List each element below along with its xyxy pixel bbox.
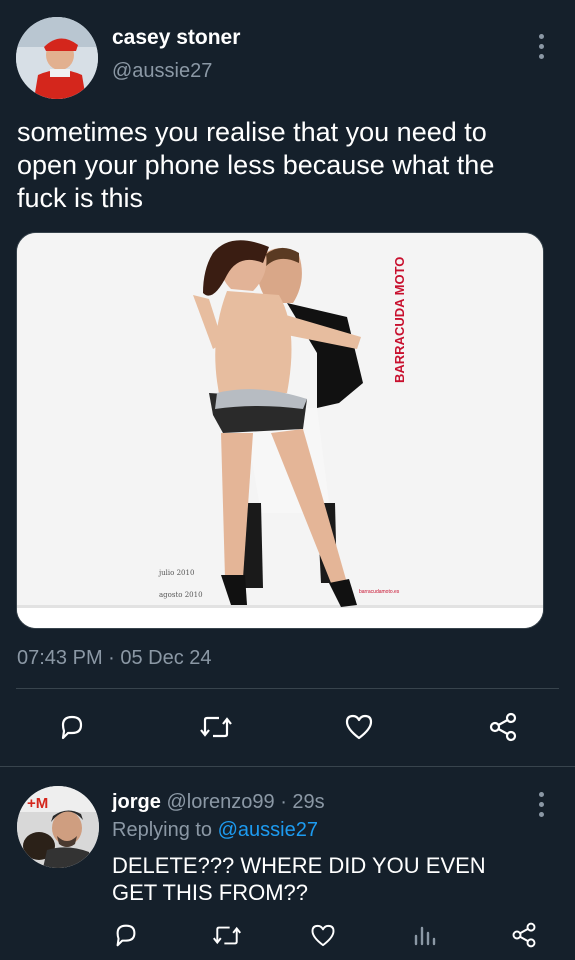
divider <box>0 766 575 767</box>
tweet-media[interactable]: BARRACUDA MOTO julio 2010 agosto 2010 ba… <box>16 232 544 629</box>
tweet-timestamp[interactable]: 07:43 PM · 05 Dec 24 <box>17 647 212 670</box>
media-watermark: motogp.com <box>471 612 537 624</box>
reply-share-button[interactable] <box>510 921 538 949</box>
author-avatar[interactable] <box>16 17 98 99</box>
share-icon <box>489 712 517 742</box>
reply-text: DELETE??? WHERE DID YOU EVEN GET THIS FR… <box>112 853 486 905</box>
author-name[interactable]: casey stoner <box>112 26 240 50</box>
retweet-icon <box>200 716 232 738</box>
like-button[interactable] <box>343 712 375 742</box>
media-image: BARRACUDA MOTO julio 2010 agosto 2010 ba… <box>17 233 543 628</box>
reply-author-handle[interactable]: @lorenzo99 <box>166 791 274 813</box>
more-options-icon[interactable] <box>537 34 545 59</box>
reply-more-options-icon[interactable] <box>537 792 545 817</box>
reply-avatar-image: +M <box>17 786 99 868</box>
reply-author-name[interactable]: jorge <box>112 791 161 813</box>
reply-button[interactable] <box>57 712 87 742</box>
reply-icon <box>61 715 83 740</box>
reply-like-button[interactable] <box>309 922 337 949</box>
reply-author-avatar[interactable]: +M <box>17 786 99 868</box>
tweet-text: sometimes you realise that you need to o… <box>17 117 495 213</box>
media-calendar-month-1: julio 2010 <box>158 569 194 577</box>
share-icon <box>512 922 536 948</box>
media-brand-text: BARRACUDA MOTO <box>392 257 407 383</box>
reply-header: jorge @lorenzo99 · 29s <box>112 791 325 814</box>
like-icon <box>311 924 335 947</box>
author-handle[interactable]: @aussie27 <box>112 60 212 83</box>
reply-time[interactable]: · 29s <box>280 791 324 813</box>
analytics-icon <box>414 926 436 946</box>
divider <box>16 688 559 689</box>
reply-retweet-button[interactable] <box>212 922 242 949</box>
share-button[interactable] <box>487 711 519 743</box>
reply-avatar-badge: +M <box>27 795 48 812</box>
replying-to: Replying to @aussie27 <box>112 819 318 842</box>
avatar-image <box>16 17 98 99</box>
like-icon <box>345 714 373 740</box>
media-calendar-site: barracudamoto.es <box>359 589 400 595</box>
replying-label: Replying to <box>112 819 213 841</box>
retweet-button[interactable] <box>199 712 233 742</box>
reply-icon <box>116 924 136 947</box>
replying-to-handle[interactable]: @aussie27 <box>218 819 318 841</box>
reply-reply-button[interactable] <box>112 921 140 949</box>
media-calendar-month-2: agosto 2010 <box>159 591 203 599</box>
reply-analytics-button[interactable] <box>412 922 438 948</box>
retweet-icon <box>213 926 241 945</box>
